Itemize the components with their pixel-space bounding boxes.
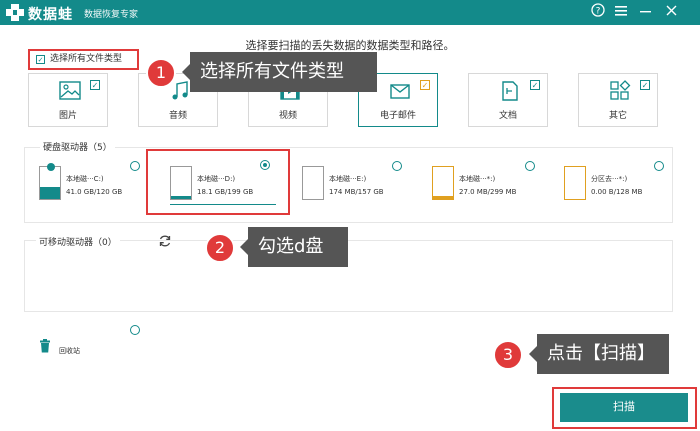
type-label: 文档 <box>498 111 517 121</box>
drive-size: 174 MB/157 GB <box>329 188 384 196</box>
email-icon <box>390 84 410 99</box>
type-tile-other[interactable]: ✓ 其它 <box>578 73 658 127</box>
help-icon[interactable]: ? <box>588 3 608 22</box>
drive-icon <box>564 166 586 200</box>
document-icon <box>502 81 518 101</box>
step-badge: 3 <box>493 340 523 370</box>
other-icon <box>610 80 631 100</box>
drive-name: 本地磁···E:) <box>329 175 367 183</box>
menu-icon[interactable] <box>611 3 631 22</box>
drive-name: 本地磁···*:) <box>459 175 496 183</box>
type-label: 电子邮件 <box>379 111 416 121</box>
removable-title: 可移动驱动器（0） <box>36 235 120 248</box>
app-name: 数据蛙 <box>28 7 73 23</box>
select-all-label: 选择所有文件类型 <box>50 54 123 64</box>
refresh-icon[interactable] <box>158 234 172 248</box>
trash-icon[interactable] <box>39 339 51 353</box>
drive-radio[interactable] <box>392 161 402 171</box>
drive-size: 27.0 MB/299 MB <box>459 188 517 196</box>
audio-icon <box>172 81 188 100</box>
drive-size: 41.0 GB/120 GB <box>66 188 123 196</box>
recycle-radio[interactable] <box>130 325 140 335</box>
drive-radio-selected[interactable] <box>260 160 270 170</box>
image-icon <box>59 81 81 100</box>
step-tip: 选择所有文件类型 <box>182 52 377 92</box>
type-tile-documents[interactable]: ✓ 文档 <box>468 73 548 127</box>
drive-icon <box>432 166 454 200</box>
drive-icon <box>302 166 324 200</box>
close-icon[interactable] <box>661 3 681 22</box>
type-checkbox[interactable]: ✓ <box>90 80 100 90</box>
type-label: 图片 <box>58 111 77 121</box>
recycle-label: 回收站 <box>59 347 80 355</box>
step-badge: 2 <box>205 233 235 263</box>
hard-drive-title: 硬盘驱动器（5） <box>40 140 115 153</box>
step-tip: 点击【扫描】 <box>529 334 669 374</box>
type-label: 视频 <box>278 111 297 121</box>
title-bar: 数据蛙 数据恢复专家 ? <box>0 0 700 25</box>
drive-size: 18.1 GB/199 GB <box>197 188 254 196</box>
drive-name: 分区去···*:) <box>591 175 628 183</box>
step-tip: 勾选d盘 <box>240 227 348 267</box>
type-checkbox[interactable]: ✓ <box>640 80 650 90</box>
drive-size: 0.00 B/128 MB <box>591 188 643 196</box>
app-subtitle: 数据恢复专家 <box>84 10 139 20</box>
drive-icon <box>170 166 192 200</box>
type-checkbox[interactable]: ✓ <box>420 80 430 90</box>
svg-text:?: ? <box>596 7 601 17</box>
type-tile-images[interactable]: ✓ 图片 <box>28 73 108 127</box>
drive-name: 本地磁···C:) <box>66 175 104 183</box>
removable-drive-section <box>24 240 673 312</box>
minimize-icon[interactable] <box>635 3 655 22</box>
drive-name: 本地磁···D:) <box>197 175 236 183</box>
scan-button[interactable]: 扫描 <box>560 393 688 422</box>
type-label: 其它 <box>608 111 627 121</box>
app-logo-icon <box>6 4 24 21</box>
step-badge: 1 <box>146 58 176 88</box>
checkbox-checked-icon: ✓ <box>36 55 45 64</box>
type-checkbox[interactable]: ✓ <box>530 80 540 90</box>
drive-radio[interactable] <box>654 161 664 171</box>
drive-radio[interactable] <box>130 161 140 171</box>
type-label: 音频 <box>168 111 187 121</box>
drive-radio[interactable] <box>525 161 535 171</box>
select-all-checkbox[interactable]: ✓ 选择所有文件类型 <box>28 49 139 70</box>
drive-usage-bar <box>170 204 276 205</box>
drive-icon <box>39 163 61 200</box>
